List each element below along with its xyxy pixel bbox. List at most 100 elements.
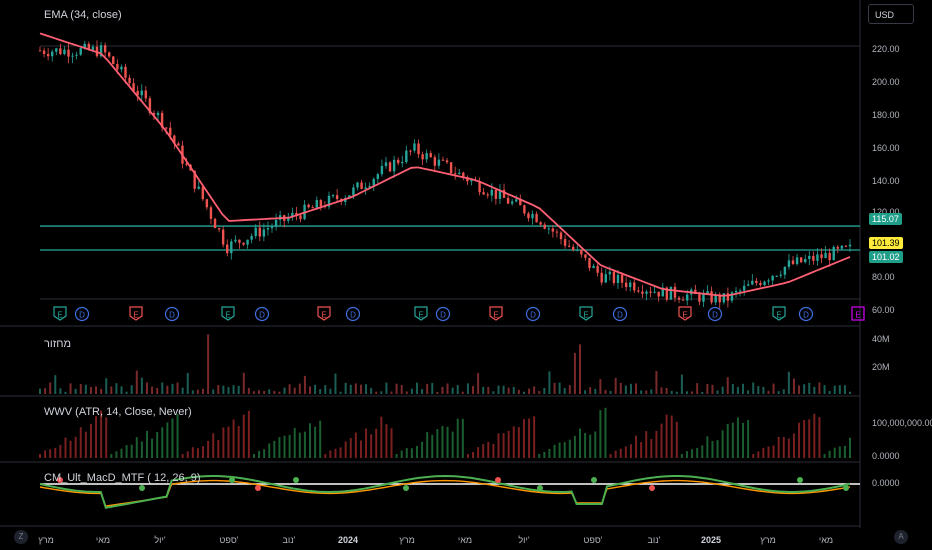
candle-body-42	[209, 207, 213, 219]
wwv-bar-66	[375, 428, 378, 458]
wwv-bar-42	[252, 454, 255, 458]
wwv-bar-108	[589, 434, 592, 458]
wwv-bar-51	[298, 432, 301, 458]
wwv-bar-3	[54, 447, 57, 458]
candle-body-141	[612, 271, 616, 283]
wwv-bar-5	[64, 437, 67, 458]
wwv-bar-54	[314, 426, 317, 458]
wwv-bar-130	[701, 445, 704, 458]
candle-body-179	[767, 280, 770, 282]
candle-body-0	[38, 50, 42, 52]
candle-body-148	[641, 291, 644, 294]
volume-title[interactable]: מחזור	[44, 338, 71, 350]
candle-body-158	[681, 299, 685, 301]
candle-body-6	[63, 49, 66, 55]
candle-body-80	[364, 187, 367, 189]
candle-body-101	[449, 162, 453, 174]
candle-body-143	[620, 274, 624, 283]
macd-title[interactable]: CM_Ult_MacD_MTF ( 12, 26, 9)	[44, 472, 200, 484]
volume-bar-79	[441, 386, 444, 394]
candle-body-72	[331, 195, 335, 197]
volume-bar-58	[334, 373, 337, 394]
volume-bar-48	[283, 387, 286, 394]
wwv-bar-40	[242, 414, 245, 458]
volume-bar-151	[808, 382, 811, 394]
wwv-bar-118	[640, 442, 643, 458]
candle-body-175	[751, 280, 754, 285]
volume-bar-155	[828, 390, 831, 394]
wwv-bar-27	[176, 414, 179, 458]
candle-body-133	[580, 249, 583, 255]
wwv-title[interactable]: WWV (ATR, 14, Close, Never)	[44, 406, 192, 418]
candle-body-46	[226, 244, 229, 254]
wwv-bar-126	[680, 454, 683, 458]
wwv-bar-134	[721, 430, 724, 458]
wwv-bar-82	[456, 418, 459, 458]
volume-bar-95	[522, 391, 525, 394]
candle-body-130	[567, 245, 571, 247]
goto-zoom-icon[interactable]: Z	[14, 530, 28, 544]
volume-bar-87	[482, 386, 485, 394]
volume-bar-154	[823, 385, 826, 394]
wwv-bar-22	[151, 438, 154, 458]
wwv-bar-13	[105, 417, 108, 458]
ema-title[interactable]: EMA (34, close)	[44, 9, 122, 21]
wwv-bar-25	[166, 422, 169, 458]
chart-canvas[interactable]: EDEDEDEDEDEDEDEDEDE	[0, 0, 932, 550]
volume-bar-65	[370, 387, 373, 394]
candle-body-197	[840, 245, 844, 249]
macd-cross-dot-4	[293, 477, 299, 483]
volume-bar-140	[752, 382, 755, 394]
wwv-bar-144	[772, 445, 775, 458]
volume-bar-126	[680, 374, 683, 394]
macd-cross-dot-6	[495, 477, 501, 483]
candle-body-31	[164, 127, 168, 129]
auto-scale-icon[interactable]: A	[894, 530, 908, 544]
macd-cross-dot-3	[255, 485, 261, 491]
volume-bar-91	[502, 385, 505, 394]
volume-bar-104	[568, 385, 571, 394]
volume-bar-37	[227, 387, 230, 394]
macd-cross-dot-1	[139, 485, 145, 491]
candle-body-194	[828, 252, 831, 261]
wwv-bar-57	[329, 450, 332, 458]
wwv-bar-114	[619, 448, 622, 458]
volume-bar-122	[660, 387, 663, 394]
x-label-6: מרץ	[399, 535, 415, 545]
candle-body-89	[401, 161, 404, 164]
volume-bar-67	[380, 391, 383, 394]
candle-body-145	[629, 282, 632, 288]
volume-bar-14	[110, 386, 113, 394]
wwv-bar-71	[400, 450, 403, 458]
volume-bar-54	[314, 384, 317, 394]
candle-body-149	[645, 291, 648, 294]
candle-body-169	[726, 293, 730, 301]
candle-body-150	[649, 291, 652, 293]
candle-body-44	[217, 228, 221, 230]
volume-bar-90	[497, 385, 500, 394]
wwv-label-zero: 0.0000	[872, 451, 900, 461]
candle-body-187	[799, 257, 803, 263]
support-tag: 101.02	[869, 251, 903, 263]
candle-body-13	[91, 46, 95, 50]
candle-body-16	[103, 45, 107, 53]
currency-button[interactable]: USD	[868, 4, 914, 24]
event-marker-label-6: E	[321, 311, 326, 320]
volume-bar-112	[609, 390, 612, 394]
event-marker-label-15: D	[712, 311, 718, 320]
candle-body-5	[59, 48, 62, 55]
candle-body-173	[742, 285, 746, 291]
volume-bar-138	[742, 383, 745, 394]
candle-body-117	[515, 199, 518, 202]
wwv-bar-1	[44, 450, 47, 458]
last-price-tag: 101.39	[869, 237, 903, 249]
candle-body-94	[421, 154, 424, 160]
wwv-bar-120	[650, 438, 653, 458]
wwv-bar-121	[655, 430, 658, 458]
x-label-10: נוב'	[647, 535, 661, 545]
volume-bar-142	[762, 386, 765, 394]
volume-bar-40	[242, 372, 245, 394]
volume-bar-148	[792, 378, 795, 394]
volume-bar-117	[635, 383, 638, 394]
wwv-bar-26	[171, 418, 174, 458]
